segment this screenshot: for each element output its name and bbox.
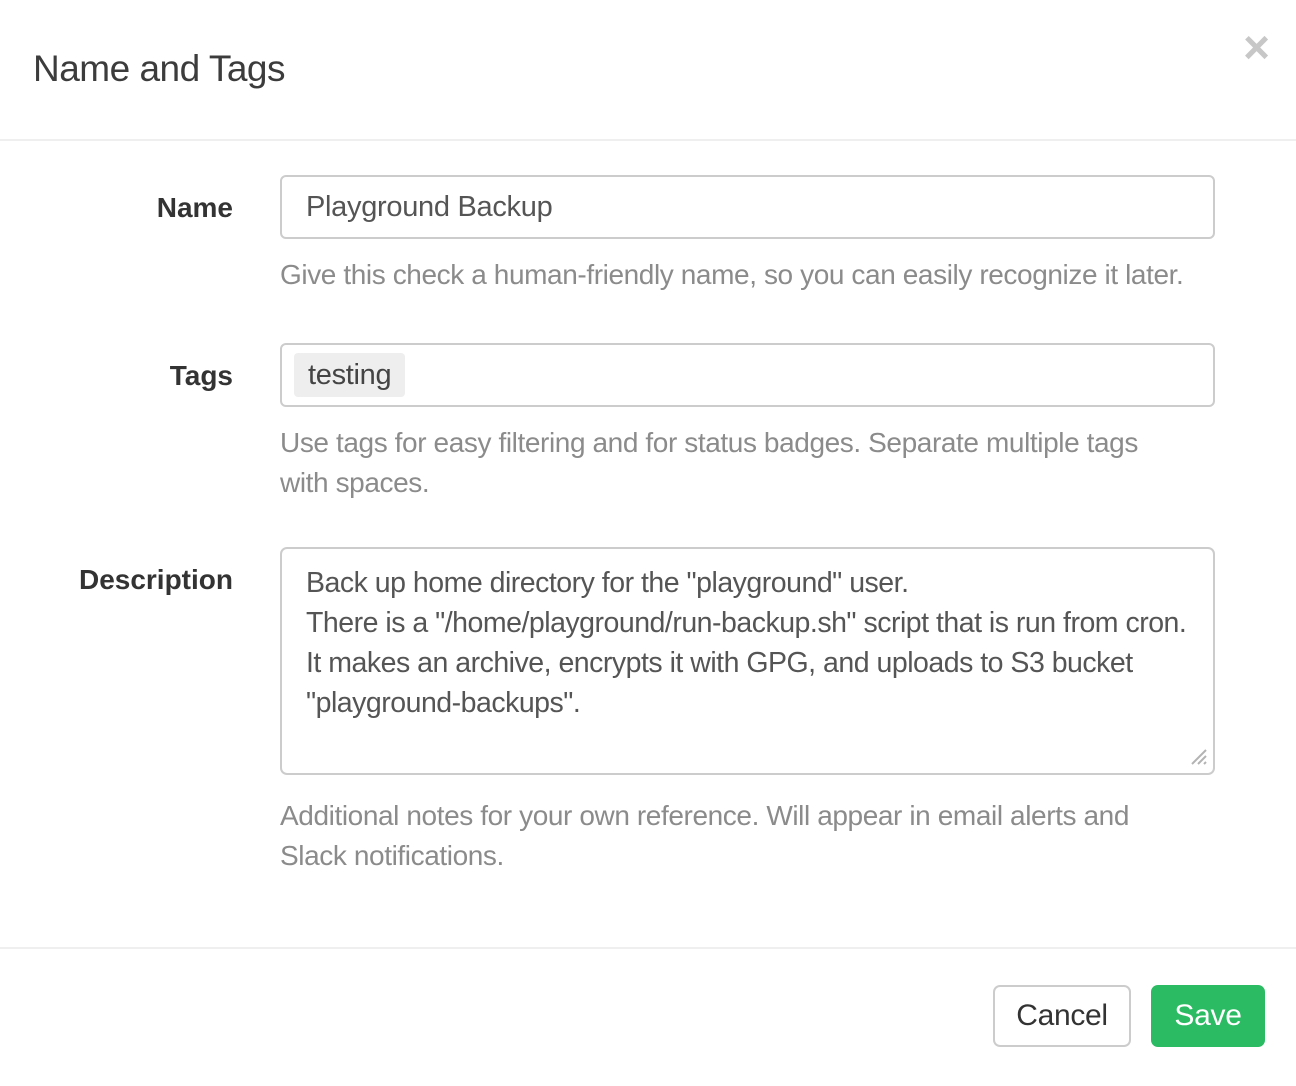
description-help-text: Additional notes for your own reference.… xyxy=(280,796,1215,876)
save-button[interactable]: Save xyxy=(1151,985,1265,1047)
tags-help-text: Use tags for easy filtering and for stat… xyxy=(280,423,1215,503)
description-field-row: Description Back up home directory for t… xyxy=(0,547,1296,876)
resize-handle-icon[interactable] xyxy=(1186,744,1208,771)
name-label: Name xyxy=(33,175,233,224)
dialog-header: Name and Tags × xyxy=(0,0,1296,141)
description-label: Description xyxy=(33,547,233,596)
dialog-footer: Cancel Save xyxy=(0,947,1296,1080)
tags-label: Tags xyxy=(33,343,233,392)
description-textarea[interactable]: Back up home directory for the "playgrou… xyxy=(280,547,1215,775)
name-and-tags-dialog: Name and Tags × Name Give this check a h… xyxy=(0,0,1296,1086)
tag-token[interactable]: testing xyxy=(294,353,405,397)
dialog-title: Name and Tags xyxy=(33,50,285,87)
name-input[interactable] xyxy=(280,175,1215,239)
cancel-button[interactable]: Cancel xyxy=(993,985,1131,1047)
tags-input[interactable]: testing xyxy=(280,343,1215,407)
dialog-body: Name Give this check a human-friendly na… xyxy=(0,141,1296,947)
name-help-text: Give this check a human-friendly name, s… xyxy=(280,255,1215,295)
name-field-row: Name Give this check a human-friendly na… xyxy=(0,175,1296,295)
tags-field-row: Tags testing Use tags for easy filtering… xyxy=(0,343,1296,503)
close-icon[interactable]: × xyxy=(1243,24,1270,70)
